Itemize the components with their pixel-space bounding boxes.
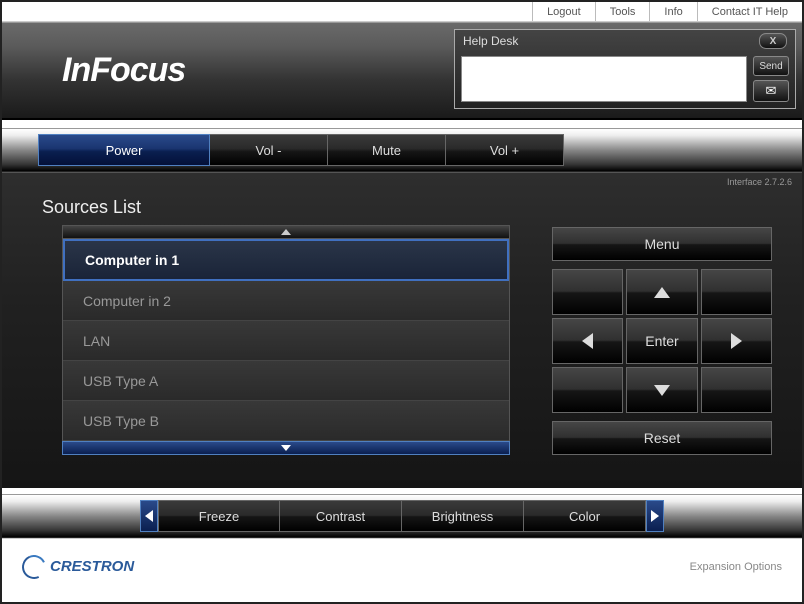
dpad-right-button[interactable] [701, 318, 772, 364]
bottom-scroll-left[interactable] [140, 500, 158, 532]
sources-scroll-up[interactable] [62, 225, 510, 239]
bottom-scroll-right[interactable] [646, 500, 664, 532]
source-item-usb-a[interactable]: USB Type A [63, 361, 509, 401]
dpad-blank-tl[interactable] [552, 269, 623, 315]
color-button[interactable]: Color [524, 500, 646, 532]
triangle-up-icon [281, 229, 291, 235]
freeze-button[interactable]: Freeze [158, 500, 280, 532]
main-control-bar: Power Vol - Mute Vol + [2, 128, 802, 172]
dpad: Enter [552, 269, 772, 413]
arrow-left-icon [582, 333, 593, 349]
nav-cluster: Menu Enter Reset [552, 227, 772, 463]
contrast-button[interactable]: Contrast [280, 500, 402, 532]
dpad-blank-tr[interactable] [701, 269, 772, 315]
contact-link[interactable]: Contact IT Help [697, 2, 802, 21]
dpad-blank-br[interactable] [701, 367, 772, 413]
arrow-up-icon [654, 287, 670, 298]
volume-up-button[interactable]: Vol + [446, 134, 564, 166]
brightness-button[interactable]: Brightness [402, 500, 524, 532]
arrow-left-icon [145, 510, 153, 522]
source-item-usb-b[interactable]: USB Type B [63, 401, 509, 441]
helpdesk-title: Help Desk [463, 34, 518, 48]
arrow-right-icon [731, 333, 742, 349]
menu-button[interactable]: Menu [552, 227, 772, 261]
mute-button[interactable]: Mute [328, 134, 446, 166]
helpdesk-message-input[interactable] [461, 56, 747, 102]
logout-link[interactable]: Logout [532, 2, 595, 21]
arrow-down-icon [654, 385, 670, 396]
tools-link[interactable]: Tools [595, 2, 650, 21]
bottom-bar: Freeze Contrast Brightness Color [2, 494, 802, 538]
crestron-logo: CRESTRON [22, 555, 134, 579]
source-item-computer-in-1[interactable]: Computer in 1 [63, 239, 509, 281]
source-item-computer-in-2[interactable]: Computer in 2 [63, 281, 509, 321]
sources-title: Sources List [42, 197, 141, 218]
dpad-down-button[interactable] [626, 367, 697, 413]
info-link[interactable]: Info [649, 2, 696, 21]
dpad-enter-button[interactable]: Enter [626, 318, 697, 364]
top-links-bar: Logout Tools Info Contact IT Help [2, 2, 802, 22]
footer: CRESTRON Expansion Options [2, 538, 802, 594]
sources-list-box: Computer in 1 Computer in 2 LAN USB Type… [62, 225, 510, 455]
sources-list: Computer in 1 Computer in 2 LAN USB Type… [62, 239, 510, 441]
expansion-options-link[interactable]: Expansion Options [690, 561, 782, 573]
header: InFocus Help Desk X Send ✉ [2, 22, 802, 120]
reset-button[interactable]: Reset [552, 421, 772, 455]
dpad-up-button[interactable] [626, 269, 697, 315]
main-panel: Interface 2.7.2.6 Sources List Computer … [2, 172, 802, 488]
dpad-blank-bl[interactable] [552, 367, 623, 413]
brand-logo: InFocus [62, 51, 185, 90]
helpdesk-send-button[interactable]: Send [753, 56, 789, 76]
sources-scroll-down[interactable] [62, 441, 510, 455]
arrow-right-icon [651, 510, 659, 522]
dpad-left-button[interactable] [552, 318, 623, 364]
power-button[interactable]: Power [38, 134, 210, 166]
helpdesk-panel: Help Desk X Send ✉ [454, 29, 796, 109]
volume-down-button[interactable]: Vol - [210, 134, 328, 166]
swirl-icon [19, 551, 50, 582]
crestron-text: CRESTRON [50, 558, 134, 575]
triangle-down-icon [281, 445, 291, 451]
helpdesk-close-button[interactable]: X [759, 33, 787, 49]
mail-icon[interactable]: ✉ [753, 80, 789, 102]
source-item-lan[interactable]: LAN [63, 321, 509, 361]
interface-version: Interface 2.7.2.6 [727, 177, 792, 187]
